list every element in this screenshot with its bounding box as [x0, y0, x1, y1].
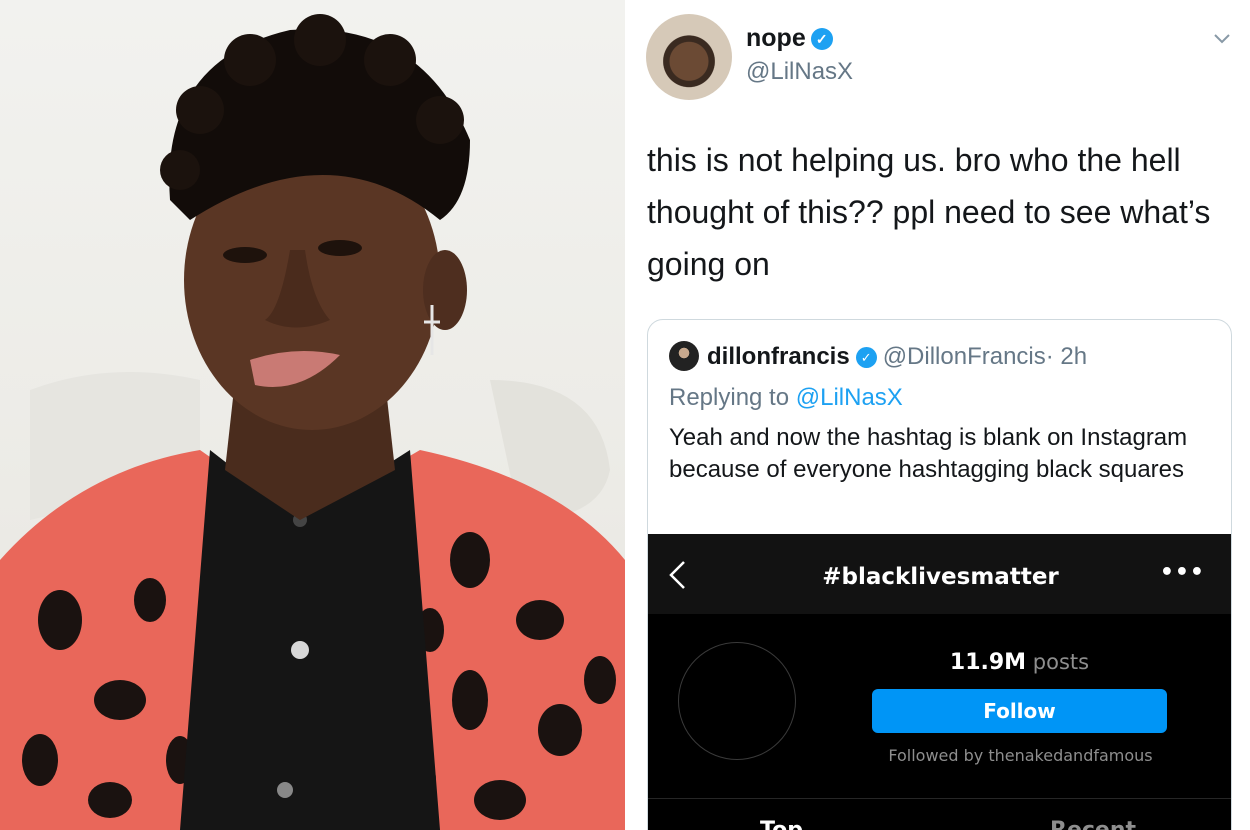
panel-divider: [625, 0, 633, 830]
instagram-divider: [648, 798, 1231, 799]
replying-to-link[interactable]: @LilNasX: [796, 384, 903, 411]
quoted-tweet-text: Yeah and now the hashtag is blank on Ins…: [669, 424, 1188, 483]
tab-top[interactable]: Top: [760, 818, 803, 830]
verified-badge-icon: ✓: [810, 28, 833, 50]
more-options-icon[interactable]: •••: [1160, 560, 1205, 585]
quoted-tweet-card[interactable]: dillonfrancis ✓ @DillonFrancis· 2h Replyin…: [647, 319, 1232, 830]
author-name-row[interactable]: nope ✓: [746, 24, 833, 53]
replying-to: Replying to @LilNasX: [669, 384, 903, 412]
quoted-tweet-time: · 2h: [1045, 343, 1088, 370]
hashtag-avatar-placeholder: [678, 642, 796, 760]
quoted-verified-badge-icon: ✓: [855, 347, 877, 368]
quoted-tweet-header: dillonfrancis ✓ @DillonFrancis· 2h: [707, 343, 1087, 371]
post-count-value: 11.9M: [949, 650, 1027, 675]
instagram-header: #blacklivesmatter •••: [648, 534, 1231, 614]
portrait-illustration: [0, 14, 625, 830]
post-count: 11.9M posts: [872, 650, 1167, 675]
instagram-screenshot: #blacklivesmatter ••• 11.9M posts Follow…: [648, 534, 1231, 830]
quoted-author-handle[interactable]: @DillonFrancis: [883, 343, 1046, 370]
followed-by-text: Followed by thenakedandfamous: [888, 746, 1153, 765]
chevron-down-icon[interactable]: [1212, 28, 1232, 48]
replying-prefix: Replying to: [669, 384, 790, 411]
quoted-author-name[interactable]: dillonfrancis: [707, 343, 850, 370]
hashtag-title: #blacklivesmatter: [822, 564, 1059, 590]
tweet: nope ✓ @LilNasX this is not helping us. b…: [633, 0, 1250, 830]
tab-recent[interactable]: Recent: [1050, 818, 1136, 830]
author-handle[interactable]: @LilNasX: [746, 58, 853, 86]
portrait-photo: [0, 0, 625, 830]
follow-button[interactable]: Follow: [872, 689, 1167, 733]
author-name[interactable]: nope: [746, 24, 806, 52]
quoted-author-avatar[interactable]: [669, 341, 699, 371]
author-avatar[interactable]: [646, 14, 732, 100]
tweet-text: this is not helping us. bro who the hell…: [647, 142, 1211, 282]
post-count-suffix: posts: [1032, 650, 1090, 674]
